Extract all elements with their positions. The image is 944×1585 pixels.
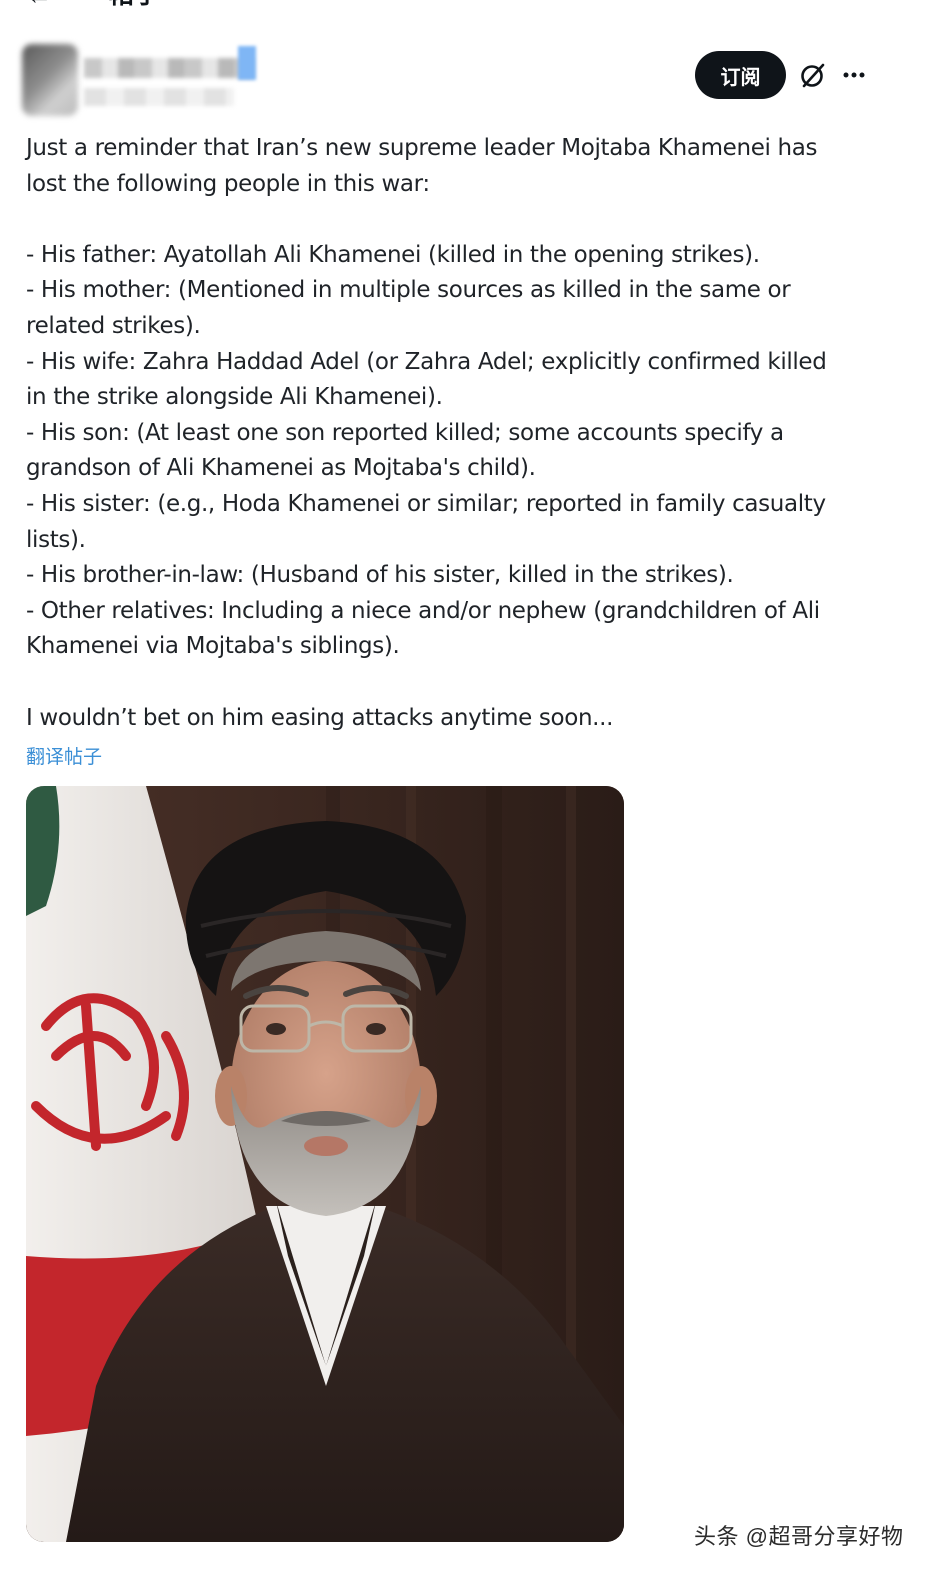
post-line: - Other relatives: Including a niece and…: [26, 597, 820, 624]
subscribe-button[interactable]: 订阅: [695, 51, 786, 99]
page-title: 帖子: [108, 0, 160, 8]
post-line: I wouldn’t bet on him easing attacks any…: [26, 704, 614, 731]
post-line: - His father: Ayatollah Ali Khamenei (ki…: [26, 241, 760, 268]
translate-post-link[interactable]: 翻译帖子: [26, 742, 102, 769]
post-line: related strikes).: [26, 312, 201, 339]
watermark: 头条 @超哥分享好物: [694, 1524, 904, 1549]
post-line: - His sister: (e.g., Hoda Khamenei or si…: [26, 490, 826, 517]
post-line: in the strike alongside Ali Khamenei).: [26, 384, 443, 411]
post-image[interactable]: [26, 786, 624, 1542]
post-line: - His wife: Zahra Haddad Adel (or Zahra …: [26, 348, 827, 375]
post-line: - His son: (At least one son reported ki…: [26, 419, 784, 446]
back-arrow-icon[interactable]: ←: [26, 0, 52, 8]
post-line: [26, 202, 896, 238]
avatar[interactable]: [22, 44, 78, 116]
post-line: Khamenei via Mojtaba's siblings).: [26, 633, 400, 660]
verified-badge-icon: [238, 46, 256, 80]
post-line: - His mother: (Mentioned in multiple sou…: [26, 277, 791, 304]
grok-icon[interactable]: [797, 59, 829, 91]
author-info-blurred[interactable]: [22, 44, 258, 118]
post-body: Just a reminder that Iran’s new supreme …: [26, 131, 896, 736]
post-line: lists).: [26, 526, 86, 553]
top-bar: ← 帖子: [0, 0, 944, 14]
author-handle-blurred: [84, 88, 234, 106]
post-line: Just a reminder that Iran’s new supreme …: [26, 135, 818, 161]
post-line: grandson of Ali Khamenei as Mojtaba's ch…: [26, 455, 536, 482]
author-name-blurred[interactable]: [84, 58, 254, 78]
post-line: - His brother-in-law: (Husband of his si…: [26, 562, 734, 589]
portrait-illustration: [26, 786, 624, 1542]
post-line: lost the following people in this war:: [26, 170, 430, 197]
more-icon[interactable]: [838, 59, 870, 91]
post-line: [26, 665, 896, 701]
